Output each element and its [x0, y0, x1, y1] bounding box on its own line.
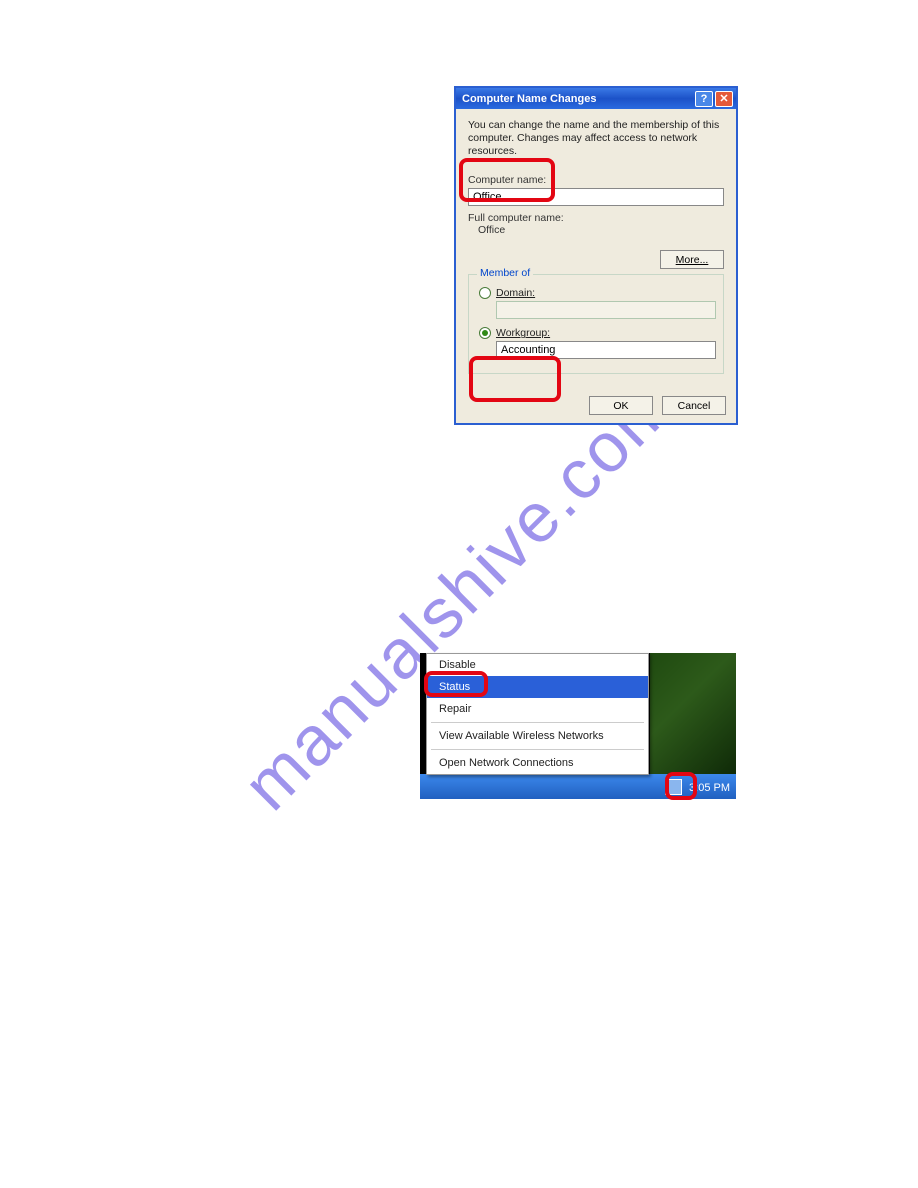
domain-label: Domain:: [496, 287, 535, 299]
workgroup-input[interactable]: [496, 341, 716, 359]
network-tray-icon[interactable]: [665, 779, 682, 795]
computer-name-label: Computer name:: [468, 174, 724, 186]
member-of-group: Member of Domain: Workgroup:: [468, 274, 724, 374]
help-icon[interactable]: ?: [695, 91, 713, 107]
taskbar: 3:05 PM: [420, 774, 736, 799]
menu-item-repair[interactable]: Repair: [427, 698, 648, 720]
full-computer-name-value: Office: [478, 224, 505, 236]
menu-separator: [431, 722, 644, 723]
menu-item-view-networks[interactable]: View Available Wireless Networks: [427, 725, 648, 747]
dialog-description: You can change the name and the membersh…: [468, 119, 724, 158]
full-computer-name-label: Full computer name:: [468, 212, 564, 224]
member-of-legend: Member of: [477, 267, 533, 279]
tray-context-screenshot: 3:05 PM Disable Status Repair View Avail…: [420, 653, 736, 799]
ok-button[interactable]: OK: [589, 396, 653, 415]
workgroup-label: Workgroup:: [496, 327, 550, 339]
dialog-title: Computer Name Changes: [462, 93, 693, 105]
dialog-computer-name-changes: Computer Name Changes ? ✕ You can change…: [454, 86, 738, 425]
taskbar-clock: 3:05 PM: [689, 782, 730, 794]
titlebar[interactable]: Computer Name Changes ? ✕: [456, 88, 736, 109]
close-icon[interactable]: ✕: [715, 91, 733, 107]
menu-item-disable[interactable]: Disable: [427, 654, 648, 676]
workgroup-radio[interactable]: [479, 327, 491, 339]
more-button[interactable]: More...: [660, 250, 724, 269]
domain-input[interactable]: [496, 301, 716, 319]
context-menu: Disable Status Repair View Available Wir…: [426, 653, 649, 775]
cancel-button[interactable]: Cancel: [662, 396, 726, 415]
menu-separator: [431, 749, 644, 750]
menu-item-open-connections[interactable]: Open Network Connections: [427, 752, 648, 774]
computer-name-input[interactable]: [468, 188, 724, 206]
desktop-background: [650, 653, 736, 774]
menu-item-status[interactable]: Status: [427, 676, 648, 698]
domain-radio[interactable]: [479, 287, 491, 299]
